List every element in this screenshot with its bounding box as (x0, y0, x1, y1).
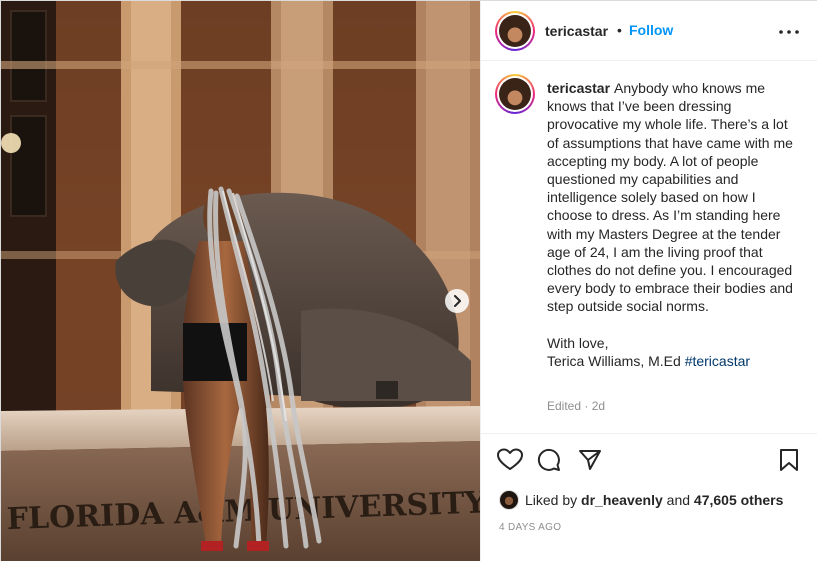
post-sidebar: tericastar • Follow tericastar Anybody wh… (480, 1, 817, 561)
liker-avatar[interactable] (499, 490, 519, 510)
save-button[interactable] (778, 448, 800, 477)
instagram-post: FLORIDA A&M UNIVERSITY tericastar • Foll… (0, 0, 817, 561)
caption-signature: Terica Williams, M.Ed (547, 352, 681, 369)
likes-and: and (666, 492, 691, 508)
caption-username[interactable]: tericastar (547, 80, 610, 96)
post-header: tericastar • Follow (481, 1, 817, 61)
like-button[interactable] (497, 448, 523, 477)
liker-username[interactable]: dr_heavenly (581, 492, 663, 508)
edited-label: Edited · 2d (547, 399, 606, 413)
action-bar: Liked by dr_heavenly and 47,605 others 4… (481, 433, 817, 561)
separator-dot: • (617, 22, 622, 38)
caption-text: tericastar Anybody who knows me knows tha… (547, 79, 797, 370)
comment-icon (537, 448, 560, 471)
header-username[interactable]: tericastar (545, 23, 608, 39)
paper-plane-icon (579, 450, 601, 470)
heart-icon (497, 448, 523, 470)
follow-button[interactable]: Follow (629, 22, 673, 38)
more-options-button[interactable] (779, 21, 799, 39)
caption-avatar-image (499, 78, 531, 110)
more-dots-icon (779, 30, 799, 34)
post-timestamp[interactable]: 4 DAYS AGO (499, 522, 561, 533)
caption-signoff-block: With love, Terica Williams, M.Ed #terica… (547, 334, 797, 370)
likes-count[interactable]: 47,605 others (694, 492, 784, 508)
avatar[interactable] (495, 11, 535, 51)
share-button[interactable] (578, 448, 602, 477)
post-photo[interactable]: FLORIDA A&M UNIVERSITY (1, 1, 480, 561)
next-photo-button[interactable] (445, 289, 469, 313)
likes-prefix: Liked by (525, 492, 578, 508)
caption-body: Anybody who knows me knows that I’ve bee… (547, 80, 793, 315)
hashtag-link[interactable]: #tericastar (685, 353, 750, 369)
chevron-right-icon (454, 295, 461, 307)
caption-area: tericastar Anybody who knows me knows tha… (481, 62, 817, 432)
comment-button[interactable] (537, 448, 561, 477)
likes-summary: Liked by dr_heavenly and 47,605 others (499, 490, 783, 510)
caption-avatar[interactable] (495, 74, 535, 114)
bookmark-icon (780, 449, 798, 471)
caption-signoff: With love, (547, 334, 609, 351)
avatar-image (499, 15, 531, 47)
photo-image: FLORIDA A&M UNIVERSITY (1, 1, 480, 561)
